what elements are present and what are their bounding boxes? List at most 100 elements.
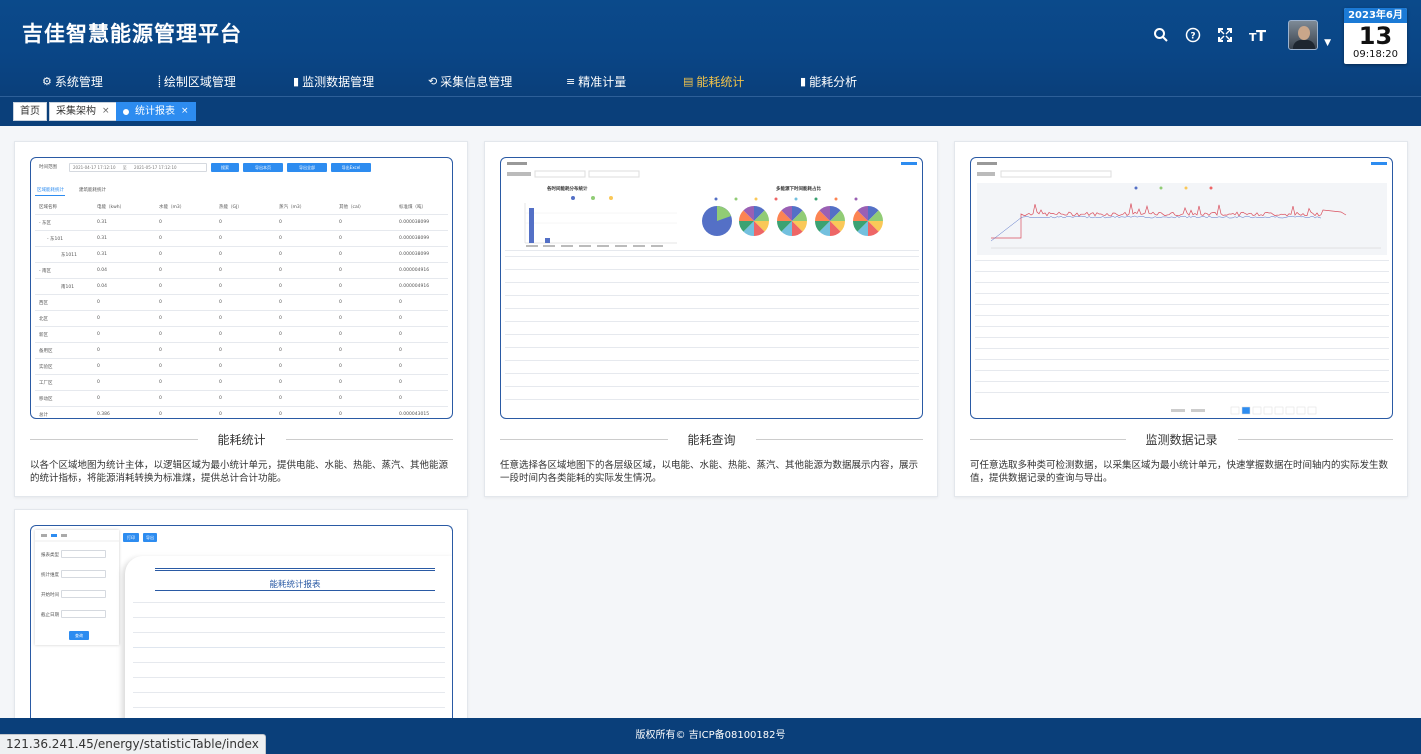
mini-cell: 备用区: [39, 349, 53, 354]
tab-home[interactable]: 首页: [13, 102, 47, 121]
tab-statistic-table[interactable]: 统计报表 ×: [116, 102, 196, 121]
help-icon[interactable]: ?: [1182, 24, 1204, 46]
card-energy-statistics[interactable]: 时间范围 2021-04-17 17:12:10 至 2021-05-17 17…: [14, 141, 468, 497]
mini-cell: 0: [159, 252, 162, 257]
mini-end: 2021-05-17 17:12:10: [134, 165, 177, 170]
nav-label: 能耗统计: [696, 74, 745, 89]
calendar-day: 13: [1358, 22, 1393, 50]
mini-cell: 0: [219, 236, 222, 241]
nav-item-system[interactable]: ⚙ 系统管理: [40, 72, 158, 90]
mini-cell: 0: [279, 380, 282, 385]
mini-cell: 0: [339, 300, 342, 305]
nav-label: 精准计量: [578, 74, 627, 89]
mini-cell: 0: [159, 300, 162, 305]
mini-cell: 0: [219, 220, 222, 225]
bar-chart-icon: ▮: [800, 74, 807, 88]
mini-cell: 0: [279, 300, 282, 305]
date-widget: 2023年6月 13 09:18:20: [1344, 8, 1407, 64]
card-report[interactable]: 报表类型 统计维度 开始时间 截止日期 查询 打印 导出 能耗统计报表: [14, 509, 468, 735]
font-size-icon[interactable]: TT: [1246, 24, 1268, 46]
nav-item-draw-area[interactable]: ⸽ 绘制区域管理: [158, 72, 293, 90]
close-icon[interactable]: ×: [102, 103, 110, 120]
active-dot-icon: [123, 108, 129, 115]
mini-cell: 0: [279, 284, 282, 289]
calendar-month: 2023年6月: [1344, 8, 1407, 23]
card-title-row: 监测数据记录: [970, 431, 1394, 447]
chevron-down-icon[interactable]: ▼: [1324, 38, 1331, 48]
mini-cell: 0.000043015: [399, 412, 430, 417]
mini-cell: 0: [399, 332, 402, 337]
mini-cell: 0: [339, 236, 342, 241]
mini-cell: 0: [159, 364, 162, 369]
mini-tab: 建筑能耗统计: [79, 188, 106, 193]
mini-cell: 0: [339, 252, 342, 257]
mini-report-title: 能耗统计报表: [269, 580, 321, 590]
mini-header-cell: 其他（cal）: [339, 205, 364, 210]
mini-date: [61, 590, 106, 598]
mini-label: 报表类型: [41, 553, 59, 558]
mini-label: 统计维度: [41, 573, 59, 578]
status-url: 121.36.241.45/energy/statisticTable/inde…: [0, 734, 266, 754]
card-title: 能耗查询: [687, 432, 736, 447]
gear-icon: ⚙: [42, 74, 52, 88]
mini-cell: 0: [339, 316, 342, 321]
sliders-icon: ≡: [566, 74, 576, 88]
search-icon[interactable]: [1150, 24, 1172, 46]
card-title: 监测数据记录: [1145, 432, 1218, 447]
thumb-report: 报表类型 统计维度 开始时间 截止日期 查询 打印 导出 能耗统计报表: [30, 525, 453, 735]
nav-item-monitor[interactable]: ▮ 监测数据管理: [293, 72, 428, 90]
mini-cell: 0: [339, 412, 342, 417]
mini-cell: 0: [159, 332, 162, 337]
mini-header-cell: 电能（kwh）: [97, 205, 125, 210]
mini-cell: 0: [399, 364, 402, 369]
mini-cell: 0.31: [97, 252, 108, 257]
nav-item-collect[interactable]: ⟲ 采集信息管理: [428, 72, 566, 90]
mini-cell: 0: [219, 348, 222, 353]
mini-cell: 0: [339, 380, 342, 385]
mini-date-range: 2021-04-17 17:12:10 至 2021-05-17 17:12:1…: [69, 163, 207, 172]
fullscreen-icon[interactable]: [1214, 24, 1236, 46]
mini-cell: 0: [279, 348, 282, 353]
tab-collect-structure[interactable]: 采集架构 ×: [49, 102, 117, 121]
thumb-energy-query: 各时间能耗分布统计 多能源下时间能耗占比: [500, 157, 923, 419]
avatar[interactable]: [1288, 20, 1319, 50]
mini-cell: 0: [219, 396, 222, 401]
mini-cell: 0: [97, 332, 100, 337]
nav-label: 采集信息管理: [440, 74, 513, 89]
mini-cell: 0: [219, 316, 222, 321]
mini-cell: 0: [279, 332, 282, 337]
card-description: 可任意选取多种类可检测数据，以采集区域为最小统计单元，快速掌握数据在时间轴内的实…: [970, 460, 1389, 484]
mini-cell: 0.386: [97, 412, 110, 417]
card-monitor-records[interactable]: 电器运行数据折线图 监测数据记录 可任意选取多种类可检测数据，以采集区域为最小统…: [954, 141, 1408, 497]
mini-cell: 0: [159, 396, 162, 401]
nav-item-metering[interactable]: ≡ 精准计量: [566, 72, 683, 90]
mini-export-all-button: 导出全部: [287, 163, 327, 172]
mini-cell: 实验区: [39, 365, 53, 370]
stats-icon: ▤: [683, 74, 694, 88]
close-icon[interactable]: ×: [181, 103, 189, 120]
mini-report-paper: 能耗统计报表: [125, 556, 452, 735]
mini-export-page-button: 导出本页: [243, 163, 283, 172]
collect-icon: ⟲: [428, 74, 438, 88]
mini-cell: 0: [339, 364, 342, 369]
main-nav: ⚙ 系统管理 ⸽ 绘制区域管理 ▮ 监测数据管理 ⟲ 采集信息管理 ≡ 精准计量…: [40, 72, 900, 90]
mini-table: 区域名称 电能（kwh） 水能（m3） 热能（GJ） 蒸汽（m3） 其他（cal） 标准煤（…: [35, 198, 448, 418]
tab-label: 首页: [20, 106, 40, 117]
mini-cell: 0: [219, 364, 222, 369]
mini-cell: 0: [159, 284, 162, 289]
mini-cell: 总计: [39, 413, 48, 418]
mini-print-button: 打印: [123, 533, 139, 542]
mini-label: 开始时间: [41, 593, 59, 598]
mini-cell: 0: [279, 316, 282, 321]
mini-cell: 0: [97, 396, 100, 401]
mini-cell: 0: [219, 380, 222, 385]
mini-cell: 移动区: [39, 397, 53, 402]
svg-text:?: ?: [1190, 32, 1195, 42]
nav-item-analysis[interactable]: ▮ 能耗分析: [800, 72, 900, 90]
mini-tab: 区域能耗统计: [37, 188, 64, 193]
nav-item-statistics[interactable]: ▤ 能耗统计: [683, 72, 800, 90]
mini-cell: 0: [219, 284, 222, 289]
card-energy-query[interactable]: 各时间能耗分布统计 多能源下时间能耗占比 能耗查询 任意选择各区域地图下的各层级…: [484, 141, 938, 497]
mini-cell: 南101: [61, 285, 75, 290]
mini-cell: 0: [97, 348, 100, 353]
